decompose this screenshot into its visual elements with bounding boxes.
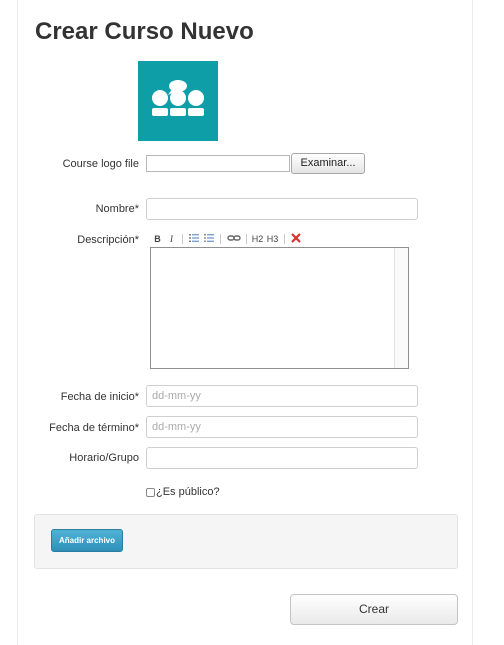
heading3-button[interactable]: H3 xyxy=(266,232,279,246)
schedule-input[interactable] xyxy=(146,447,418,469)
logo-file-label: Course logo file xyxy=(62,158,139,170)
public-checkbox-row[interactable]: ¿Es público? xyxy=(146,485,220,499)
add-file-button[interactable]: Añadir archivo xyxy=(51,529,123,552)
start-date-label: Fecha de inicio* xyxy=(60,391,139,403)
editor-toolbar: B I H2 H3 xyxy=(150,232,310,246)
logo-file-input[interactable] xyxy=(146,155,290,172)
description-label: Descripción* xyxy=(77,234,139,246)
bullet-list-icon xyxy=(204,233,214,243)
public-checkbox-label: ¿Es público? xyxy=(156,486,220,498)
end-date-input[interactable]: dd-mm-yy xyxy=(146,416,418,438)
people-group-icon xyxy=(152,80,204,116)
heading2-button[interactable]: H2 xyxy=(251,232,264,246)
numbered-list-icon xyxy=(189,234,199,242)
end-date-label: Fecha de término* xyxy=(49,422,139,434)
bullet-list-button[interactable] xyxy=(203,232,215,246)
schedule-label: Horario/Grupo xyxy=(69,452,139,464)
browse-button[interactable]: Examinar... xyxy=(291,153,365,174)
link-icon xyxy=(227,235,241,241)
public-checkbox[interactable] xyxy=(146,487,155,497)
italic-button[interactable]: I xyxy=(167,232,176,246)
editor-scrollbar[interactable] xyxy=(394,248,408,368)
description-editor[interactable] xyxy=(150,247,409,369)
close-icon xyxy=(291,233,301,243)
course-logo xyxy=(138,61,218,141)
remove-format-button[interactable] xyxy=(290,232,302,246)
page-title: Crear Curso Nuevo xyxy=(35,18,254,45)
start-date-input[interactable]: dd-mm-yy xyxy=(146,385,418,407)
name-input[interactable] xyxy=(146,198,418,220)
name-label: Nombre* xyxy=(95,203,139,215)
link-button[interactable] xyxy=(227,232,241,246)
create-button[interactable]: Crear xyxy=(290,594,458,625)
numbered-list-button[interactable] xyxy=(188,232,200,246)
bold-button[interactable]: B xyxy=(153,232,162,246)
